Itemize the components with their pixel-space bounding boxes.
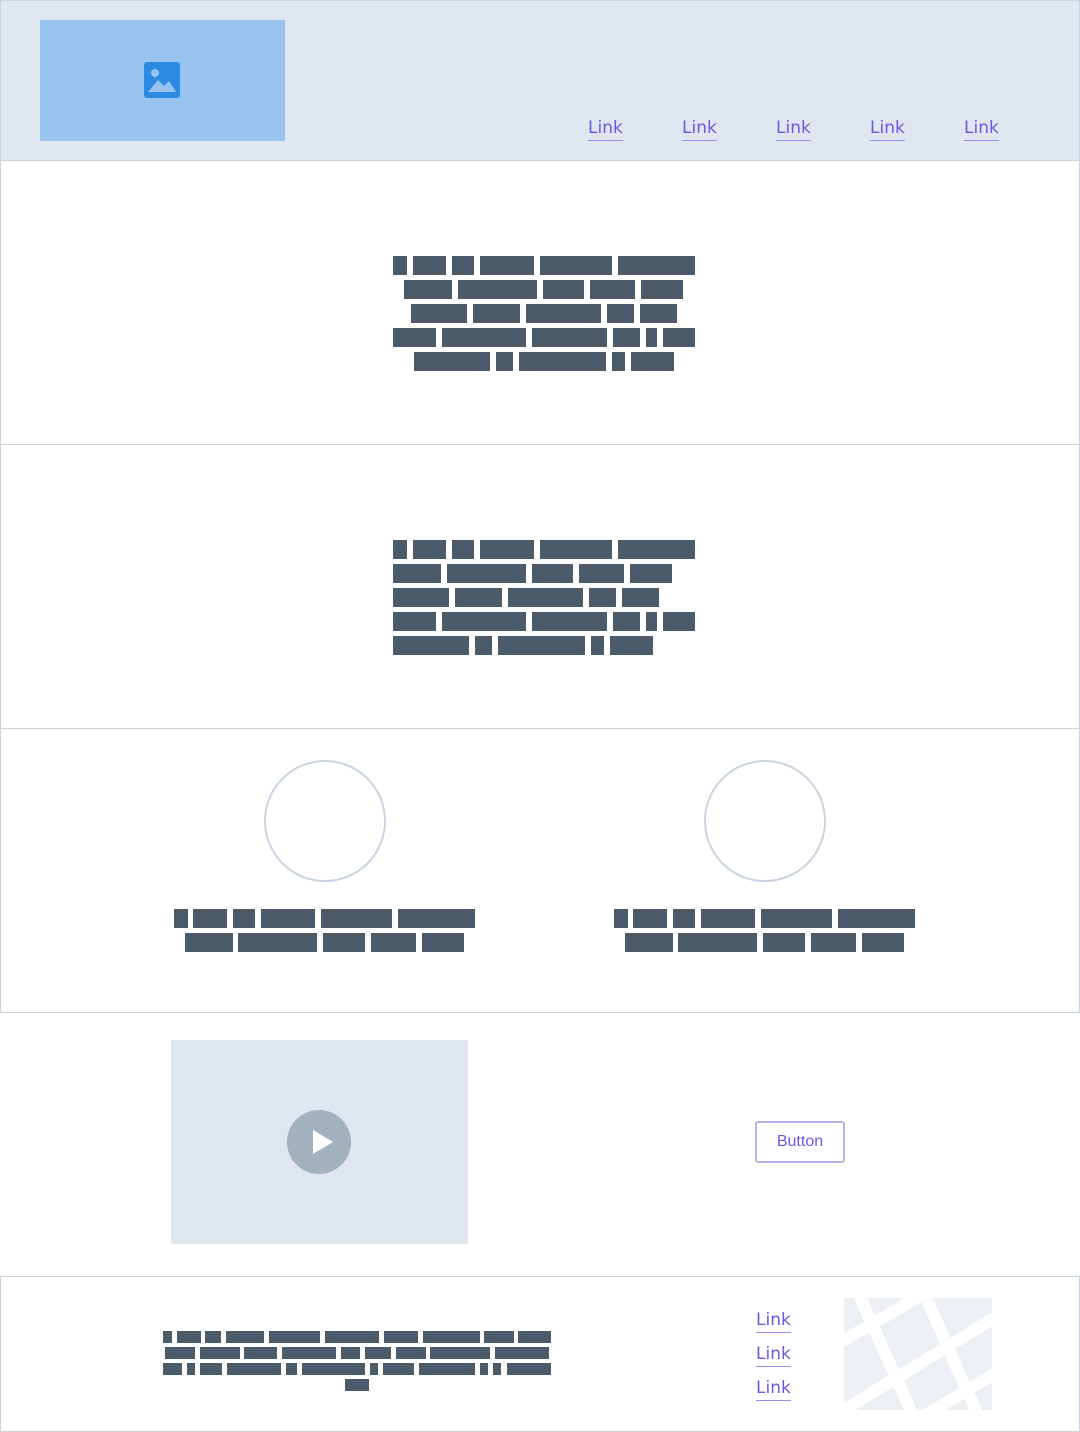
nav-link-5[interactable]: Link — [964, 117, 999, 141]
feature-text-right — [614, 909, 915, 952]
video-player[interactable] — [171, 1040, 468, 1244]
footer-link-1[interactable]: Link — [756, 1309, 791, 1333]
feature-image-left — [264, 760, 386, 882]
text-section-2 — [0, 444, 1080, 729]
header: Link Link Link Link Link — [0, 0, 1080, 161]
image-icon — [144, 62, 180, 98]
map-icon — [844, 1298, 992, 1410]
feature-text-left — [174, 909, 475, 952]
nav-link-2[interactable]: Link — [682, 117, 717, 141]
text-block — [393, 540, 695, 656]
text-section-1 — [0, 160, 1080, 445]
media-section — [0, 1012, 1080, 1277]
nav-link-4[interactable]: Link — [870, 117, 905, 141]
map-placeholder — [844, 1298, 992, 1410]
logo-placeholder — [40, 20, 285, 141]
nav-link-1[interactable]: Link — [588, 117, 623, 141]
footer-text — [163, 1331, 551, 1391]
play-icon[interactable] — [287, 1110, 351, 1174]
feature-image-right — [704, 760, 826, 882]
text-block — [393, 256, 695, 372]
nav-link-3[interactable]: Link — [776, 117, 811, 141]
footer-link-3[interactable]: Link — [756, 1377, 791, 1401]
primary-button[interactable]: Button — [755, 1121, 845, 1163]
footer-link-2[interactable]: Link — [756, 1343, 791, 1367]
features-section — [0, 728, 1080, 1013]
